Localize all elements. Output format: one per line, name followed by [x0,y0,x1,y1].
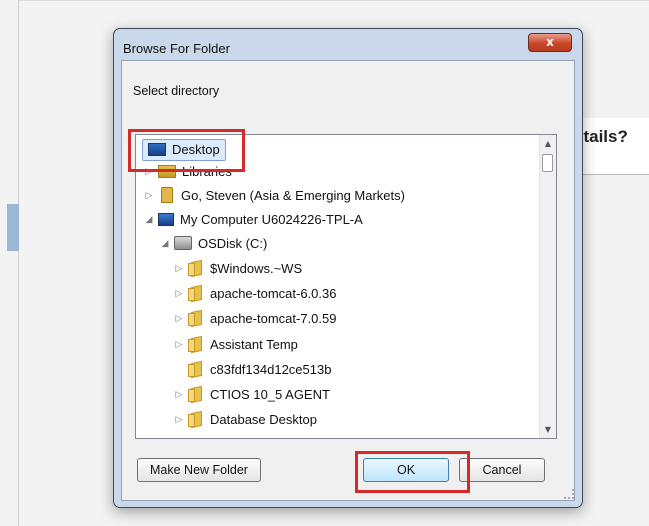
expand-icon[interactable]: ▷ [174,339,184,350]
folder-tree[interactable]: Desktop ▷ Libraries ▷ Go, Steven (Asia &… [135,134,557,439]
folder-icon [188,337,204,352]
expand-icon[interactable]: ▷ [174,313,184,324]
desktop-annotation-box [128,129,245,172]
folder-icon [188,286,204,301]
tree-item-my-computer[interactable]: ◢ My Computer U6024226-TPL-A [144,207,363,231]
tree-item-label: CTIOS 10_5 AGENT [210,386,330,402]
browse-folder-dialog: Browse For Folder x Select directory Des… [113,28,583,508]
expand-icon[interactable]: ▷ [174,288,184,299]
folder-icon [188,387,204,402]
dialog-title: Browse For Folder [123,41,230,56]
close-icon: x [546,35,554,49]
make-new-folder-button[interactable]: Make New Folder [137,458,261,482]
tree-item-osdisk[interactable]: ◢ OSDisk (C:) [160,231,268,255]
computer-icon [158,212,174,226]
cancel-button[interactable]: Cancel [459,458,545,482]
tree-item-label: apache-tomcat-7.0.59 [210,310,337,326]
close-button[interactable]: x [528,33,572,52]
expand-icon[interactable]: ▷ [174,389,184,400]
tree-item-label: OSDisk (C:) [198,235,268,251]
tree-item-label: apache-tomcat-6.0.36 [210,285,337,301]
tree-item-label: Database Desktop [210,411,317,427]
user-folder-icon [161,187,173,203]
background-top-line [18,0,649,1]
tree-item-folder[interactable]: c83fdf134d12ce513b [174,357,331,381]
dialog-title-bar[interactable]: Browse For Folder x [114,29,582,63]
collapse-icon[interactable]: ◢ [144,214,154,225]
expand-icon[interactable]: ▷ [174,414,184,425]
resize-grip-icon[interactable] [564,489,574,499]
dialog-description: Select directory [133,84,220,98]
folder-icon [188,261,204,276]
expand-icon[interactable]: ▷ [144,190,154,201]
scroll-down-icon[interactable]: ▼ [540,421,556,438]
scroll-thumb[interactable] [542,154,553,172]
tree-item-label: Assistant Temp [210,336,298,352]
folder-icon [188,412,204,427]
background-blue-strip [7,204,19,251]
drive-icon [174,236,192,250]
tree-item-label: $Windows.~WS [210,260,303,276]
tree-item-folder[interactable]: ▷ apache-tomcat-6.0.36 [174,281,336,305]
tree-item-label: Go, Steven (Asia & Emerging Markets) [181,187,405,203]
tree-item-folder[interactable]: ▷ apache-tomcat-7.0.59 [174,306,336,330]
folder-icon [188,362,204,377]
folder-icon [188,311,204,326]
collapse-icon[interactable]: ◢ [160,238,170,249]
tree-item-label: c83fdf134d12ce513b [210,361,332,377]
scroll-up-icon[interactable]: ▲ [540,135,556,152]
tree-item-folder[interactable]: ▷ $Windows.~WS [174,256,302,280]
ok-annotation-box [355,451,470,493]
tree-item-folder[interactable]: ▷ CTIOS 10_5 AGENT [174,382,330,406]
tree-item-folder[interactable]: ▷ Assistant Temp [174,332,298,356]
vertical-scrollbar[interactable]: ▲ ▼ [539,135,556,438]
tree-item-folder[interactable]: ▷ Database Desktop [174,407,317,431]
background-left-border [18,0,19,526]
expand-icon[interactable]: ▷ [174,263,184,274]
tree-item-label: My Computer U6024226-TPL-A [180,211,363,227]
tree-item-user[interactable]: ▷ Go, Steven (Asia & Emerging Markets) [144,183,405,207]
